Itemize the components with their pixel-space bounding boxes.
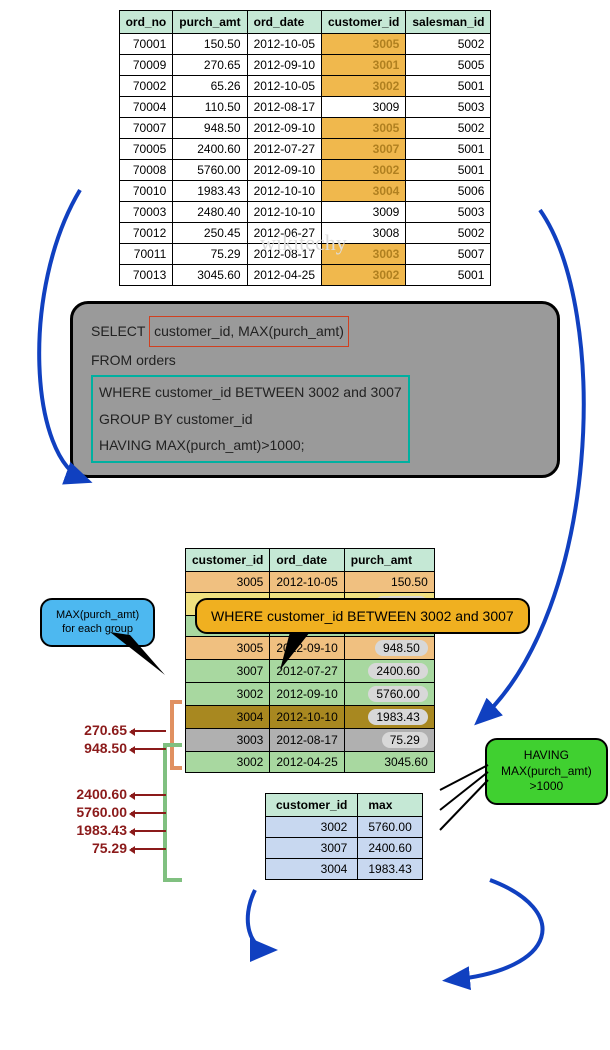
max-v4: 5760.00 xyxy=(76,804,127,820)
badge-having-clause: HAVING MAX(purch_amt) >1000 xyxy=(485,738,608,805)
table-row: 30022012-09-105760.00 xyxy=(186,682,435,705)
table-row: 30041983.43 xyxy=(266,858,423,879)
th: ord_date xyxy=(270,548,344,571)
max-v2: 948.50 xyxy=(84,740,127,756)
table-row: 30042012-10-101983.43 xyxy=(186,705,435,728)
sql-group: GROUP BY customer_id xyxy=(99,406,402,433)
th: ord_date xyxy=(247,11,321,34)
table-row: 30072012-07-272400.60 xyxy=(186,659,435,682)
result-table: customer_id max 30025760.0030072400.6030… xyxy=(265,793,423,880)
table-row: 7000265.262012-10-0530025001 xyxy=(119,76,491,97)
table-row: 700032480.402012-10-1030095003 xyxy=(119,202,491,223)
sql-select-cols: customer_id, MAX(purch_amt) xyxy=(149,316,349,347)
orders-table: ord_no purch_amt ord_date customer_id sa… xyxy=(119,10,492,286)
table-row: 30022012-04-253045.60 xyxy=(186,751,435,772)
table-row: 700101983.432012-10-1030045006 xyxy=(119,181,491,202)
table-row: 70007948.502012-09-1030055002 xyxy=(119,118,491,139)
table-row: 30052012-09-10948.50 xyxy=(186,636,435,659)
table-row: 70004110.502012-08-1730095003 xyxy=(119,97,491,118)
table-row: 30072400.60 xyxy=(266,837,423,858)
sql-select-kw: SELECT xyxy=(91,323,145,339)
table-row: 700052400.602012-07-2730075001 xyxy=(119,139,491,160)
th: purch_amt xyxy=(344,548,434,571)
th: max xyxy=(358,793,422,816)
th: purch_amt xyxy=(173,11,247,34)
table-row: 30052012-10-05150.50 xyxy=(186,571,435,592)
th: customer_id xyxy=(322,11,406,34)
badge-where-clause: WHERE customer_id BETWEEN 3002 and 3007 xyxy=(195,598,530,634)
sql-having: HAVING MAX(purch_amt)>1000; xyxy=(99,432,402,459)
table-row: 30025760.00 xyxy=(266,816,423,837)
max-v1: 270.65 xyxy=(84,722,127,738)
sql-query-box: SELECT customer_id, MAX(purch_amt) FROM … xyxy=(70,301,560,478)
table-row: 70001150.502012-10-0530055002 xyxy=(119,34,491,55)
max-v5: 1983.43 xyxy=(76,822,127,838)
th: customer_id xyxy=(266,793,358,816)
max-v6: 75.29 xyxy=(92,840,127,856)
sql-from: FROM orders xyxy=(91,347,539,374)
th: customer_id xyxy=(186,548,270,571)
table-row: 7001175.292012-08-1730035007 xyxy=(119,244,491,265)
table-row: 700085760.002012-09-1030025001 xyxy=(119,160,491,181)
table-row: 30032012-08-1775.29 xyxy=(186,728,435,751)
max-v3: 2400.60 xyxy=(76,786,127,802)
table-row: 700133045.602012-04-2530025001 xyxy=(119,265,491,286)
th: salesman_id xyxy=(406,11,491,34)
filtered-table: customer_id ord_date purch_amt 30052012-… xyxy=(185,548,435,773)
sql-where: WHERE customer_id BETWEEN 3002 and 3007 xyxy=(99,379,402,406)
badge-max-per-group: MAX(purch_amt) for each group xyxy=(40,598,155,647)
table-row: 70012250.452012-06-2730085002 xyxy=(119,223,491,244)
th: ord_no xyxy=(119,11,173,34)
table-row: 70009270.652012-09-1030015005 xyxy=(119,55,491,76)
